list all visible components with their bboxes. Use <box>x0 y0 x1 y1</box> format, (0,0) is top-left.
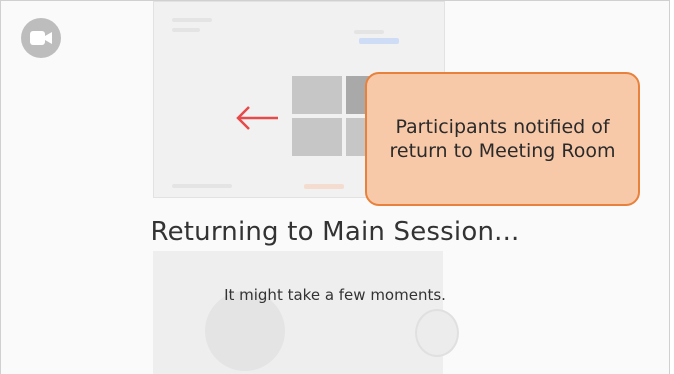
annotation-callout: Participants notified of return to Meeti… <box>365 72 640 206</box>
callout-text: Participants notified of return to Meeti… <box>389 116 616 162</box>
video-camera-icon <box>30 31 52 45</box>
breakout-return-screen: Participants notified of return to Meeti… <box>0 0 670 374</box>
returning-title: Returning to Main Session... <box>150 217 520 247</box>
returning-subtitle: It might take a few moments. <box>224 286 446 304</box>
arrow-left-icon <box>236 106 278 130</box>
background-video-gallery <box>153 251 459 374</box>
video-camera-button[interactable] <box>21 18 61 58</box>
